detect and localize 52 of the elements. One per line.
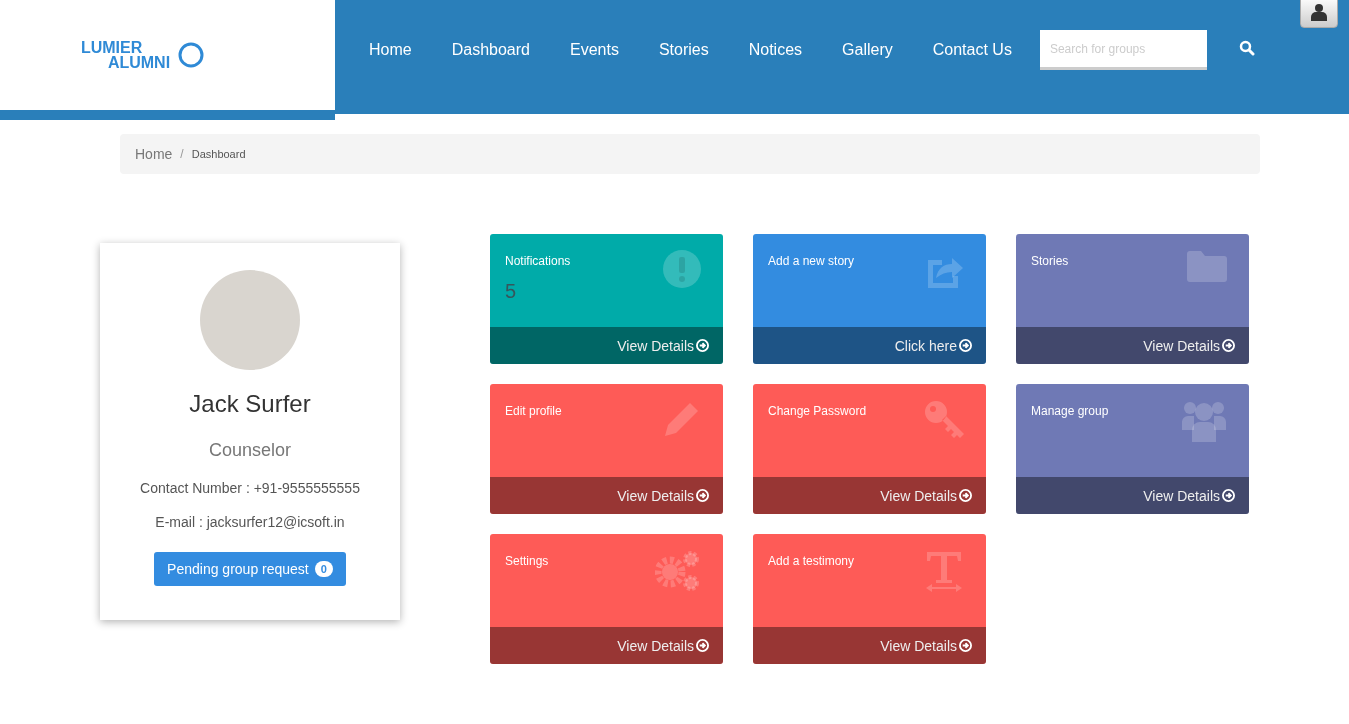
breadcrumb-separator: / xyxy=(180,147,184,161)
arrow-circle-icon xyxy=(959,489,972,502)
tile-link[interactable]: View Details xyxy=(1016,477,1249,514)
nav-link[interactable]: Contact Us xyxy=(912,41,1032,59)
tile-title: Add a new story xyxy=(768,254,855,268)
nav-link[interactable]: Gallery xyxy=(822,41,913,59)
nav-link[interactable]: Home xyxy=(349,41,432,59)
user-icon[interactable] xyxy=(1300,0,1338,28)
tile-link[interactable]: Click here xyxy=(753,327,986,364)
tile-title: Settings xyxy=(505,554,549,568)
nav-link[interactable]: Dashboard xyxy=(431,41,550,59)
count-badge: 0 xyxy=(314,561,333,577)
users-icon xyxy=(1181,400,1227,442)
nav-link[interactable]: Stories xyxy=(638,41,729,59)
contact-number: Contact Number : +91-9555555555 xyxy=(140,480,360,496)
tile-title: Edit profile xyxy=(505,404,562,418)
gears-icon xyxy=(655,550,701,592)
tile-count: 5 xyxy=(505,280,517,303)
tile-link[interactable]: View Details xyxy=(753,627,986,664)
email-text: E-mail : jacksurfer12@icsoft.in xyxy=(155,514,345,530)
arrow-circle-icon xyxy=(696,489,709,502)
folder-icon xyxy=(1187,250,1227,282)
pending-request-button[interactable]: Pending group request 0 xyxy=(154,552,346,586)
nav-link[interactable]: Notices xyxy=(728,41,823,59)
tile-link[interactable]: View Details xyxy=(490,327,723,364)
tile-title: Notifications xyxy=(505,254,571,268)
pencil-icon xyxy=(663,400,701,438)
exclamation-circle-icon xyxy=(663,250,701,288)
ring-icon xyxy=(178,42,205,68)
nav-link[interactable]: Events xyxy=(549,41,639,59)
profile-role: Counselor xyxy=(208,440,291,461)
arrow-circle-icon xyxy=(696,639,709,652)
tile-title: Manage group xyxy=(1031,404,1109,418)
profile-name: Jack Surfer xyxy=(189,390,311,418)
tile-link[interactable]: View Details xyxy=(1016,327,1249,364)
tile-title: Change Password xyxy=(768,404,867,418)
text-height-icon xyxy=(924,550,964,592)
search-icon[interactable] xyxy=(1238,40,1255,56)
arrow-circle-icon xyxy=(696,339,709,352)
tile-title: Add a testimony xyxy=(768,554,855,568)
logo-text: LUMIER ALUMNI xyxy=(80,40,171,70)
arrow-circle-icon xyxy=(959,639,972,652)
breadcrumb-link[interactable]: Dashboard xyxy=(191,148,246,160)
tile-link[interactable]: View Details xyxy=(490,477,723,514)
tile-link[interactable]: View Details xyxy=(753,477,986,514)
arrow-circle-icon xyxy=(959,339,972,352)
key-icon xyxy=(924,400,964,440)
arrow-circle-icon xyxy=(1222,489,1235,502)
breadcrumb-link[interactable]: Home xyxy=(135,146,173,162)
tile-link[interactable]: View Details xyxy=(490,627,723,664)
tile-title: Stories xyxy=(1031,254,1069,268)
arrow-circle-icon xyxy=(1222,339,1235,352)
